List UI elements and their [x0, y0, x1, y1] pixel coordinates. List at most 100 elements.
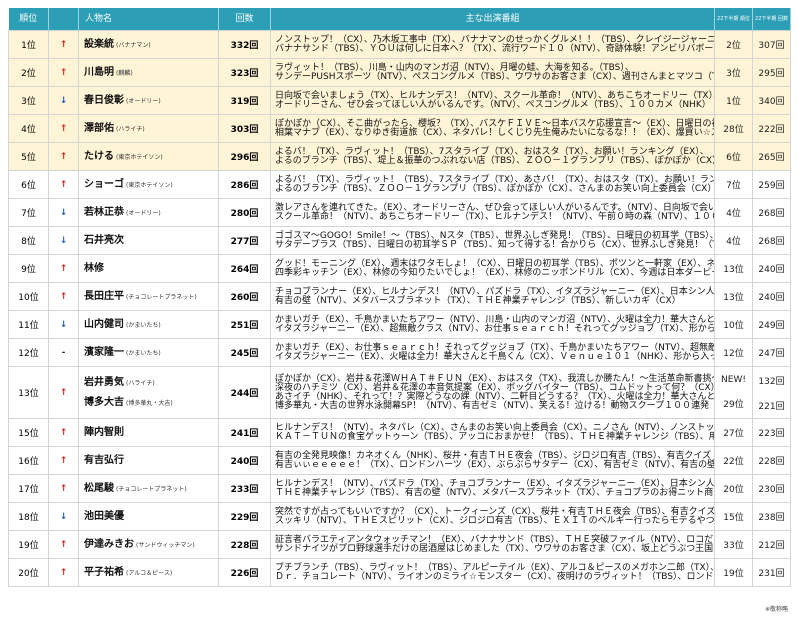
prev-count-cell: 212回 — [752, 530, 791, 559]
table-row: 13位 ↑ 岩井勇気 (ハライチ) 博多大吉 (博多華丸・大吉) 244回 ぽかぽか（CX）、… — [8, 366, 791, 419]
up-arrow-icon: ↑ — [48, 58, 79, 87]
prev-count-cell: 307回 — [752, 30, 791, 59]
table-body: 1位 ↑ 設楽統 (バナナマン) 332回 ノンストップ！（CX）、乃木坂工事中（TX）、… — [8, 30, 791, 587]
prev-count-cell: 340回 — [752, 86, 791, 115]
table-row: 20位 ↑ 平子祐希 (アルコ＆ピース) 226回 ブチブランチ（TBS）、ラヴィット！（… — [8, 558, 791, 587]
table-row: 6位 ↑ ショーゴ (東京ホテイソン) 286回 よるバ！（TX）、ラヴィット！（TBS）… — [8, 170, 791, 199]
rank-cell: 10位 — [8, 282, 49, 311]
person-name: 長田庄平 — [84, 290, 124, 302]
person-entry: 博多大吉 (博多華丸・大吉) — [84, 393, 218, 413]
shows-cell: 有吉の全発見映像！カネオくん（NHK）、桜井・有吉ＴＨＥ夜会（TBS）、ジロジロ… — [270, 446, 715, 475]
person-name: 川島明 — [84, 66, 114, 78]
prev-rank: 2位 — [726, 41, 741, 51]
prev-rank-cell: 12位 — [714, 338, 753, 367]
show-line: イタズラジャーニー（EX）、超無敵クラス（NTV）、お仕事ｓｅａｒｃｈ！それって… — [275, 323, 715, 334]
prev-rank: 13位 — [723, 265, 744, 275]
shows-cell: ブチブランチ（TBS）、ラヴィット！（TBS）、アルピーテイル（EX）、アルコ＆… — [270, 558, 715, 587]
prev-rank: 10位 — [723, 321, 744, 331]
person-cell: 岩井勇気 (ハライチ) 博多大吉 (博多華丸・大吉) — [78, 366, 219, 419]
prev-rank: 1位 — [726, 97, 741, 107]
shows-cell: グッド！モーニング（EX）、週末はワタモしょ！（CX）、日曜日の初耳学（TBS）… — [270, 254, 715, 283]
prev-count: 228回 — [758, 457, 785, 467]
prev-rank: 15位 — [723, 513, 744, 523]
prev-rank-cell: 1位 — [714, 86, 753, 115]
shows-cell: ヒルナンデス！（NTV）、パズドラ（TX）、チョコブランナー（EX）、イタズラジ… — [270, 474, 715, 503]
person-name: 石井亮次 — [84, 234, 124, 246]
person-cell: 池田美優 — [78, 502, 219, 531]
shows-cell: ゴゴスマ～GOGO！Smile！～（TBS）、Nスタ（TBS）、世界ふしぎ発見！… — [270, 226, 715, 255]
shows-cell: ヒルナンデス！（NTV）、ネタパレ（CX）、さんまのお笑い向上委員会（CX）、ニ… — [270, 418, 715, 447]
person-cell: ショーゴ (東京ホテイソン) — [78, 170, 219, 199]
prev-count-cell: 265回 — [752, 142, 791, 171]
prev-rank: 28位 — [723, 125, 744, 135]
table-row: 5位 ↑ たける (東京ホテイソン) 296回 よるバ！（TX）、ラヴィット！（TBS）、… — [8, 142, 791, 171]
up-arrow-icon: ↑ — [48, 366, 79, 419]
prev-count: 268回 — [758, 209, 785, 219]
prev-rank-cell: 15位 — [714, 502, 753, 531]
prev-rank: 13位 — [723, 293, 744, 303]
table-row: 12位 - 濱家隆一 (かまいたち) 245回 かまいガチ（EX）、お仕事ｓｅａｒｃｈ！そ… — [8, 338, 791, 367]
table-row: 7位 ↓ 若林正恭 (オードリー) 280回 激レアさんを連れてきた。（EX）、オードリー… — [8, 198, 791, 227]
prev-rank: 4位 — [726, 209, 741, 219]
prev-rank: 20位 — [723, 485, 744, 495]
person-name: 伊達みきお — [84, 538, 134, 550]
show-line: サンドナイツがプロ野球選手だけの居酒屋はじめました（TX）、ウワサのお客さま（C… — [275, 543, 715, 554]
person-name: 池田美優 — [84, 510, 124, 522]
person-name: 山内健司 — [84, 318, 124, 330]
prev-count-cell: 238回 — [752, 502, 791, 531]
prev-count: 307回 — [758, 41, 785, 51]
header-count: 回数 — [218, 8, 271, 31]
prev-rank-cell: 13位 — [714, 254, 753, 283]
up-arrow-icon: ↑ — [48, 30, 79, 59]
prev-rank-cell: 2位 — [714, 30, 753, 59]
person-cell: 林修 — [78, 254, 219, 283]
prev-count-cell: 228回 — [752, 446, 791, 475]
rank-cell: 19位 — [8, 530, 49, 559]
table-row: 15位 ↑ 陣内智則 241回 ヒルナンデス！（NTV）、ネタパレ（CX）、さんまのお笑… — [8, 418, 791, 447]
person-cell: 長田庄平 (チョコレートプラネット) — [78, 282, 219, 311]
shows-cell: ぽかぽか（CX）、岩井＆花澤ＷＨＡＴ＃ＦＵＮ（EX）、おはスタ（TX）、我流しか… — [270, 366, 715, 419]
count-cell: 229回 — [218, 502, 271, 531]
count-cell: 233回 — [218, 474, 271, 503]
person-group: (チョコレートプラネット) — [126, 293, 197, 301]
person-group: (ハライチ) — [126, 379, 155, 387]
rank-cell: 20位 — [8, 558, 49, 587]
prev-count: 265回 — [758, 153, 785, 163]
count-cell: 264回 — [218, 254, 271, 283]
prev-rank-cell: 22位 — [714, 446, 753, 475]
person-name: 松尾駿 — [84, 482, 114, 494]
person-entry: 澤部佑 (ハライチ) — [84, 119, 218, 139]
rank-cell: 5位 — [8, 142, 49, 171]
person-cell: 若林正恭 (オードリー) — [78, 198, 219, 227]
person-group: (東京ホテイソン) — [126, 181, 173, 189]
prev-count-cell: 268回 — [752, 226, 791, 255]
count-cell: 323回 — [218, 58, 271, 87]
header-prev-count: 22下半期 回数 — [752, 8, 791, 31]
rank-cell: 4位 — [8, 114, 49, 143]
person-group: (かまいたち) — [126, 349, 161, 357]
shows-cell: かまいガチ（EX）、千鳥かまいたちアワー（NTV）、川島・山内のマンガ沼（NTV… — [270, 310, 715, 339]
table-row: 16位 ↑ 有吉弘行 240回 有吉の全発見映像！カネオくん（NHK）、桜井・有吉ＴＨＥ… — [8, 446, 791, 475]
prev-count-cell: 259回 — [752, 170, 791, 199]
prev-count: 295回 — [758, 69, 785, 79]
count-cell: 319回 — [218, 86, 271, 115]
person-entry: 伊達みきお (サンドウィッチマン) — [84, 535, 218, 555]
prev-count: 247回 — [758, 349, 785, 359]
show-line: バナナサンド（TBS）、ＹＯＵは何しに日本へ？（TX）、流行ワード１０（NTV）… — [275, 43, 715, 54]
show-line: よるのブランチ（TBS）、ＺＯＯ－１グランプリ（TBS）、ぽかぽか（CX）、さん… — [275, 183, 715, 194]
rank-cell: 9位 — [8, 254, 49, 283]
count-cell: 244回 — [218, 366, 271, 419]
table-row: 8位 ↓ 石井亮次 277回 ゴゴスマ～GOGO！Smile！～（TBS）、Nスタ（TB… — [8, 226, 791, 255]
person-group: (アルコ＆ピース) — [126, 569, 173, 577]
person-entry: 濱家隆一 (かまいたち) — [84, 343, 218, 363]
rank-cell: 18位 — [8, 502, 49, 531]
prev-rank-cell: 3位 — [714, 58, 753, 87]
rank-cell: 8位 — [8, 226, 49, 255]
show-line: 博多華丸・大吉の世界水泳開幕SP！（NTV）、有吉ゼミ（NTV）、笑える！泣ける… — [275, 400, 715, 411]
count-cell: 241回 — [218, 418, 271, 447]
person-name: 林修 — [84, 262, 104, 274]
person-cell: 澤部佑 (ハライチ) — [78, 114, 219, 143]
person-entry: 平子祐希 (アルコ＆ピース) — [84, 563, 218, 583]
person-group: (チョコレートプラネット) — [116, 485, 187, 493]
prev-rank: 7位 — [726, 181, 741, 191]
